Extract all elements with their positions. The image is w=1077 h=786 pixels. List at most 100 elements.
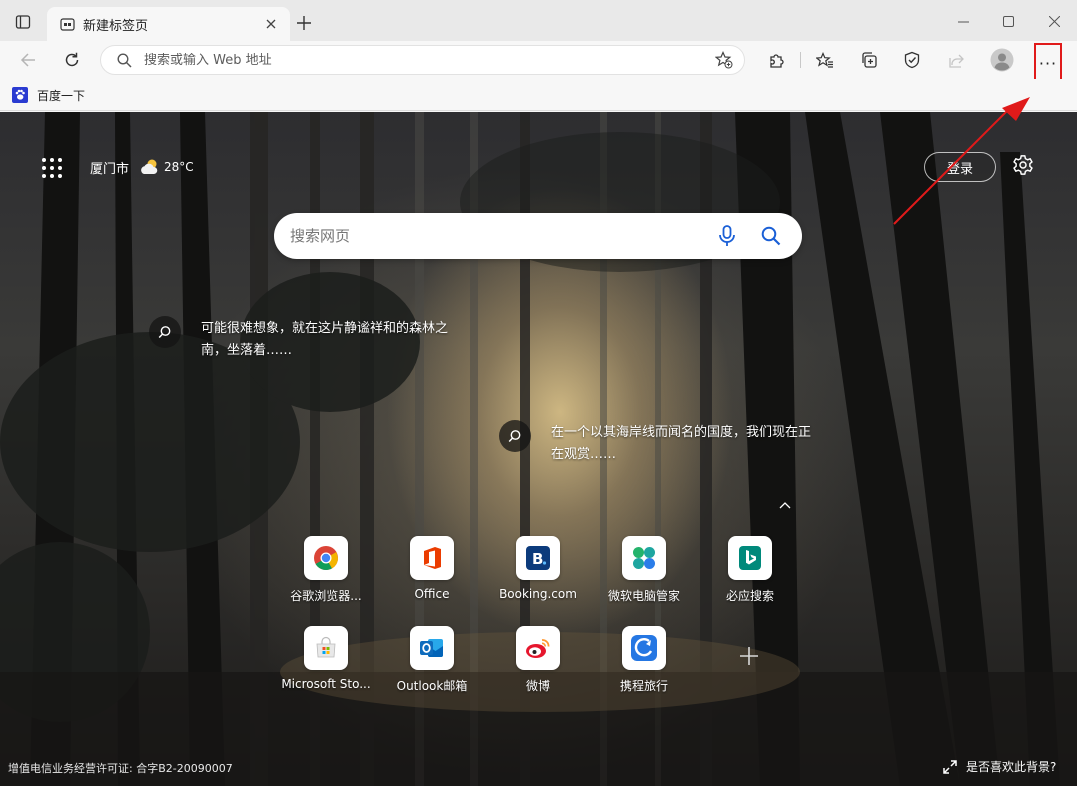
quick-link-ctrip[interactable]: 携程旅行: [594, 626, 694, 694]
tab-title: 新建标签页: [83, 18, 149, 34]
address-input[interactable]: [144, 52, 712, 68]
collections-icon: [862, 52, 877, 68]
office-icon: [410, 536, 454, 580]
hotspot-text: 可能很难想象，就在这片静谧祥和的森林之南，坐落着……: [201, 321, 449, 358]
add-favorite-button[interactable]: [712, 48, 736, 72]
quick-link-label: 必应搜索: [725, 589, 774, 603]
quick-link-office[interactable]: Office: [382, 536, 482, 601]
tab-strip: 新建标签页: [0, 0, 1077, 41]
like-background-button[interactable]: 是否喜欢此背景?: [942, 758, 1056, 775]
minimize-button[interactable]: [952, 10, 974, 32]
add-favorite-icon: [715, 51, 733, 69]
favorites-icon: [816, 51, 833, 68]
toolbar-divider: [800, 52, 801, 68]
search-icon: [499, 420, 531, 452]
refresh-button[interactable]: [58, 46, 86, 74]
settings-and-more-button[interactable]: ···: [1034, 43, 1062, 83]
search-icon: [149, 316, 181, 348]
back-button[interactable]: [14, 46, 42, 74]
profile-icon: [990, 48, 1014, 72]
tab-actions-icon: [15, 15, 31, 29]
more-icon: ···: [1038, 53, 1058, 73]
quick-link-label: 携程旅行: [619, 679, 668, 693]
weather-temp: 28°C: [164, 160, 194, 174]
quick-link-booking[interactable]: B Booking.com: [488, 536, 588, 601]
outlook-icon: [410, 626, 454, 670]
baidu-paw-icon: [12, 87, 28, 103]
bookmark-label: 百度一下: [37, 88, 86, 103]
plus-icon: [740, 647, 758, 665]
tab-close-button[interactable]: [262, 15, 280, 33]
voice-search-button[interactable]: [714, 223, 740, 249]
booking-icon: B: [516, 536, 560, 580]
bookmark-baidu[interactable]: 百度一下: [12, 84, 85, 106]
minimize-icon: [957, 21, 969, 22]
plus-icon: [297, 16, 311, 30]
quick-link-chrome[interactable]: 谷歌浏览器...: [276, 536, 376, 604]
add-quick-link-button[interactable]: [733, 640, 765, 672]
login-button[interactable]: 登录: [924, 152, 996, 182]
quick-link-label: 微软电脑管家: [607, 589, 680, 603]
favorites-button[interactable]: [811, 46, 839, 74]
weather-widget[interactable]: 厦门市 28°C: [90, 156, 194, 178]
newtab-icon: [59, 16, 75, 32]
background-hotspot-2[interactable]: 在一个以其海岸线而闻名的国度，我们现在正在观赏……: [499, 420, 813, 466]
pc-manager-icon: [622, 536, 666, 580]
chrome-icon: [304, 536, 348, 580]
profile-button[interactable]: [988, 46, 1016, 74]
background-hotspot-1[interactable]: 可能很难想象，就在这片静谧祥和的森林之南，坐落着……: [149, 316, 463, 362]
like-background-label: 是否喜欢此背景?: [966, 760, 1057, 774]
maximize-button[interactable]: [997, 10, 1019, 32]
share-icon: [948, 54, 964, 68]
partly-cloudy-icon: [141, 159, 158, 174]
gear-icon: [1013, 155, 1033, 175]
bookmarks-bar: 百度一下: [0, 79, 1077, 111]
tab-new-tab[interactable]: 新建标签页: [47, 7, 290, 41]
quick-link-label: Microsoft Sto...: [281, 677, 371, 691]
new-tab-page: 厦门市 28°C 登录 可能很难想象，就在这片静谧祥和的森林之南，坐落着…… 在…: [0, 112, 1077, 786]
chevron-up-icon: [779, 502, 791, 509]
quick-link-microsoft-store[interactable]: Microsoft Sto...: [276, 626, 376, 691]
back-icon: [20, 53, 35, 67]
quick-link-label: 谷歌浏览器...: [290, 589, 362, 603]
quick-link-pc-manager[interactable]: 微软电脑管家: [594, 536, 694, 604]
address-bar[interactable]: [100, 45, 745, 75]
weather-city: 厦门市: [90, 161, 130, 177]
toolbar: ···: [0, 41, 1077, 83]
weibo-icon: [516, 626, 560, 670]
quick-link-label: 微博: [525, 679, 550, 693]
collections-button[interactable]: [855, 46, 883, 74]
apps-launcher-button[interactable]: [40, 156, 64, 180]
new-tab-button[interactable]: [293, 12, 315, 34]
close-icon: [1048, 15, 1060, 27]
web-search-input[interactable]: [290, 227, 696, 245]
performance-button[interactable]: [898, 46, 926, 74]
quick-link-label: Office: [414, 587, 450, 601]
svg-text:B: B: [532, 550, 543, 568]
expand-icon: [943, 759, 957, 774]
ctrip-icon: [622, 626, 666, 670]
microphone-icon: [719, 225, 735, 246]
bing-icon: [728, 536, 772, 580]
share-button[interactable]: [942, 46, 970, 74]
microsoft-store-icon: [304, 626, 348, 670]
maximize-icon: [1002, 15, 1014, 27]
quick-link-outlook[interactable]: Outlook邮箱: [382, 626, 482, 694]
search-submit-button[interactable]: [758, 223, 784, 249]
close-icon: [266, 19, 276, 29]
web-search-box[interactable]: [274, 213, 802, 259]
collapse-quick-links-button[interactable]: [776, 496, 794, 514]
window-close-button[interactable]: [1043, 10, 1065, 32]
tab-actions-button[interactable]: [11, 11, 35, 33]
extensions-icon: [769, 53, 784, 68]
license-text[interactable]: 增值电信业务经营许可证: 合字B2-20090007: [8, 760, 233, 776]
hotspot-text: 在一个以其海岸线而闻名的国度，我们现在正在观赏……: [551, 425, 812, 462]
extensions-button[interactable]: [762, 46, 790, 74]
grid-icon: [42, 158, 62, 178]
quick-link-weibo[interactable]: 微博: [488, 626, 588, 694]
page-settings-button[interactable]: [1012, 154, 1036, 178]
search-icon: [761, 226, 781, 246]
search-icon: [117, 52, 132, 68]
performance-icon: [904, 51, 920, 69]
quick-link-bing[interactable]: 必应搜索: [700, 536, 800, 604]
